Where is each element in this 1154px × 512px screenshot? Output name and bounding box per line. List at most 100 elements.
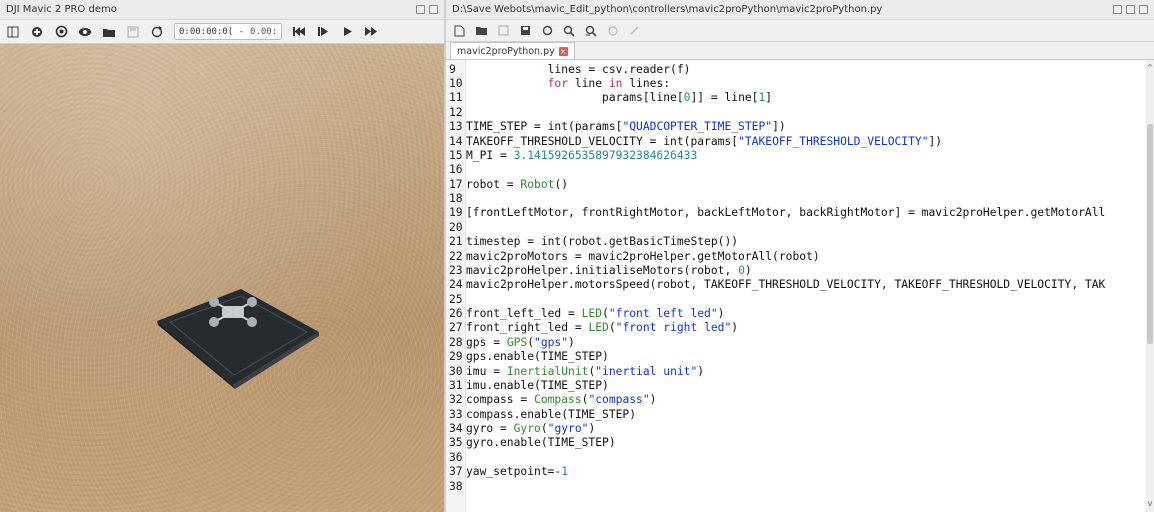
code-line[interactable]: 36 <box>446 450 1146 464</box>
code-text: gps = GPS("gps") <box>466 335 575 349</box>
code-lines: 9 lines = csv.reader(f) 10 for line in li… <box>446 62 1146 493</box>
code-line[interactable]: 14 TAKEOFF_THRESHOLD_VELOCITY = int(param… <box>446 134 1146 148</box>
code-line[interactable]: 22 mavic2proMotors = mavic2proHelper.getM… <box>446 249 1146 263</box>
code-line[interactable]: 16 <box>446 163 1146 177</box>
code-line[interactable]: 20 <box>446 220 1146 234</box>
line-number: 19 <box>449 206 463 220</box>
step-icon[interactable] <box>316 25 330 39</box>
line-number: 16 <box>449 163 463 177</box>
code-line[interactable]: 32 compass = Compass("compass") <box>446 393 1146 407</box>
landing-pad-scene <box>157 289 319 389</box>
layout-icon[interactable] <box>6 25 20 39</box>
code-line[interactable]: 23 mavic2proHelper.initialiseMotors(robot… <box>446 263 1146 277</box>
code-line[interactable]: 30 imu = InertialUnit("inertial unit") <box>446 364 1146 378</box>
code-line[interactable]: 31 imu.enable(TIME_STEP) <box>446 378 1146 392</box>
editor-toolbar <box>446 20 1154 42</box>
reset-icon[interactable] <box>292 25 306 39</box>
world-icon[interactable] <box>54 25 68 39</box>
code-line[interactable]: 11 params[line[0]] = line[1] <box>446 91 1146 105</box>
code-line[interactable]: 9 lines = csv.reader(f) <box>446 62 1146 76</box>
save-all-icon[interactable] <box>518 24 532 38</box>
code-line[interactable]: 37 yaw_setpoint=-1 <box>446 465 1146 479</box>
code-text: yaw_setpoint=-1 <box>466 465 569 479</box>
code-line[interactable]: 19 [frontLeftMotor, frontRightMotor, back… <box>446 206 1146 220</box>
editor-window-controls <box>1113 5 1148 14</box>
editor-close-button[interactable] <box>1139 5 1148 14</box>
line-number: 34 <box>449 422 463 436</box>
code-line[interactable]: 26 front_left_led = LED("front left led") <box>446 306 1146 320</box>
code-line[interactable]: 29 gps.enable(TIME_STEP) <box>446 350 1146 364</box>
code-line[interactable]: 21 timestep = int(robot.getBasicTimeStep(… <box>446 235 1146 249</box>
new-file-icon[interactable] <box>452 24 466 38</box>
save-file-icon[interactable] <box>496 24 510 38</box>
find-icon[interactable] <box>562 24 576 38</box>
scroll-up-icon[interactable]: ^ <box>1146 64 1154 72</box>
open-file-icon[interactable] <box>474 24 488 38</box>
code-line[interactable]: 27 front_right_led = LED("front right led… <box>446 321 1146 335</box>
reload-file-icon[interactable] <box>540 24 554 38</box>
line-number: 23 <box>449 263 463 277</box>
simulation-time-field[interactable]: 0:00:00:0( - 0.00: <box>174 23 283 40</box>
line-number: 13 <box>449 120 463 134</box>
line-number: 10 <box>449 77 463 91</box>
editor-maximize-button[interactable] <box>1126 5 1135 14</box>
undo-icon[interactable] <box>606 24 620 38</box>
save-icon[interactable] <box>126 25 140 39</box>
sim-maximize-button[interactable] <box>429 5 438 14</box>
editor-titlebar: D:\Save Webots\mavic_Edit_python\control… <box>446 0 1154 20</box>
code-text: params[line[0]] = line[1] <box>466 91 773 105</box>
tab-mavic2proPython[interactable]: mavic2proPython.py × <box>450 42 575 59</box>
open-icon[interactable] <box>102 25 116 39</box>
vertical-scrollbar[interactable]: ^ v <box>1146 60 1154 512</box>
replace-icon[interactable] <box>584 24 598 38</box>
simulation-time: 0:00:00:0( - <box>179 26 245 37</box>
line-number: 32 <box>449 393 463 407</box>
reload-icon[interactable] <box>150 25 164 39</box>
fast-forward-icon[interactable] <box>364 25 378 39</box>
scroll-down-icon[interactable]: v <box>1146 500 1154 508</box>
view-icon[interactable] <box>78 25 92 39</box>
code-text: timestep = int(robot.getBasicTimeStep()) <box>466 235 739 249</box>
line-number: 29 <box>449 350 463 364</box>
play-icon[interactable] <box>340 25 354 39</box>
3d-viewport[interactable] <box>0 44 444 512</box>
code-text: robot = Robot() <box>466 177 569 191</box>
sim-toolbar: 0:00:00:0( - 0.00: <box>0 20 444 44</box>
code-line[interactable]: 10 for line in lines: <box>446 76 1146 90</box>
code-text: gyro.enable(TIME_STEP) <box>466 436 616 450</box>
tab-label: mavic2proPython.py <box>457 45 555 57</box>
line-number: 38 <box>449 479 463 493</box>
line-number: 36 <box>449 450 463 464</box>
code-line[interactable]: 24 mavic2proHelper.motorsSpeed(robot, TAK… <box>446 278 1146 292</box>
code-editor[interactable]: 9 lines = csv.reader(f) 10 for line in li… <box>446 60 1146 512</box>
add-node-icon[interactable] <box>30 25 44 39</box>
line-number: 24 <box>449 278 463 292</box>
tab-close-icon[interactable]: × <box>558 46 568 56</box>
line-number: 31 <box>449 378 463 392</box>
redo-icon[interactable] <box>628 24 642 38</box>
sim-restore-button[interactable] <box>416 5 425 14</box>
editor-tabbar: mavic2proPython.py × <box>446 42 1154 60</box>
code-line[interactable]: 25 <box>446 292 1146 306</box>
code-line[interactable]: 18 <box>446 191 1146 205</box>
line-number: 14 <box>449 134 463 148</box>
code-line[interactable]: 34 gyro = Gyro("gyro") <box>446 421 1146 435</box>
landing-pad <box>157 289 319 385</box>
editor-restore-button[interactable] <box>1113 5 1122 14</box>
scrollbar-thumb[interactable] <box>1147 124 1153 344</box>
code-line[interactable]: 13 TIME_STEP = int(params["QUADCOPTER_TIM… <box>446 120 1146 134</box>
code-line[interactable]: 15 M_PI = 3.1415926535897932384626433 <box>446 148 1146 162</box>
code-line[interactable]: 12 <box>446 105 1146 119</box>
code-line[interactable]: 38 <box>446 479 1146 493</box>
code-line[interactable]: 35 gyro.enable(TIME_STEP) <box>446 436 1146 450</box>
code-line[interactable]: 33 compass.enable(TIME_STEP) <box>446 407 1146 421</box>
code-line[interactable]: 17 robot = Robot() <box>446 177 1146 191</box>
line-number: 18 <box>449 192 463 206</box>
code-text: TAKEOFF_THRESHOLD_VELOCITY = int(params[… <box>466 134 943 148</box>
line-number: 27 <box>449 321 463 335</box>
line-number: 30 <box>449 364 463 378</box>
editor-file-path: D:\Save Webots\mavic_Edit_python\control… <box>452 4 883 15</box>
code-text: gyro = Gyro("gyro") <box>466 422 596 436</box>
code-line[interactable]: 28 gps = GPS("gps") <box>446 335 1146 349</box>
line-number: 22 <box>449 249 463 263</box>
